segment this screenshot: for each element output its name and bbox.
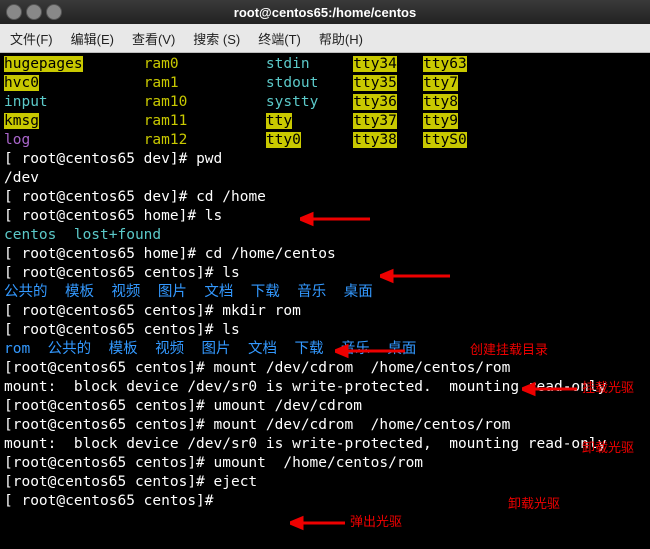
menu-view[interactable]: 查看(V) — [132, 29, 175, 48]
prompt: [ root@centos65 home]# — [4, 208, 205, 224]
dev-entry: ram11 — [144, 113, 188, 129]
dev-entry: input — [4, 94, 48, 110]
annotation-umount: 卸载光驱 — [508, 493, 560, 512]
dev-entry: tty — [266, 113, 292, 129]
cmd-ls: ls — [205, 208, 222, 224]
prompt: [ root@centos65 centos]# — [4, 265, 222, 281]
dev-entry: tty8 — [423, 94, 458, 110]
cmd-ls: ls — [222, 265, 239, 281]
prompt: [ root@centos65 centos]# — [4, 493, 222, 509]
menu-file[interactable]: 文件(F) — [10, 29, 53, 48]
cmd-umount: umount /dev/cdrom — [214, 398, 362, 414]
dev-entry: log — [4, 132, 30, 148]
cmd-mount: mount /dev/cdrom /home/centos/rom — [214, 417, 511, 433]
dev-entry: tty63 — [423, 56, 467, 72]
menu-edit[interactable]: 编辑(E) — [71, 29, 114, 48]
dev-entry: stdin — [266, 56, 310, 72]
dev-entry: ram0 — [144, 56, 179, 72]
window-titlebar: root@centos65:/home/centos — [0, 0, 650, 24]
arrow-icon — [380, 268, 450, 284]
dev-entry: ram10 — [144, 94, 188, 110]
dev-entry: systty — [266, 94, 318, 110]
prompt: [root@centos65 centos]# — [4, 398, 214, 414]
dev-entry: tty38 — [353, 132, 397, 148]
dev-entry: tty9 — [423, 113, 458, 129]
menu-bar: 文件(F) 编辑(E) 查看(V) 搜索 (S) 终端(T) 帮助(H) — [0, 24, 650, 53]
dev-entry: kmsg — [4, 113, 39, 129]
cmd-eject: eject — [214, 474, 258, 490]
cmd-mkdir-rom: mkdir rom — [222, 303, 301, 319]
menu-terminal[interactable]: 终端(T) — [258, 29, 301, 48]
terminal-output[interactable]: hugepages ram0 stdin tty34 tty63 hvc0 ra… — [0, 53, 650, 549]
prompt: [root@centos65 centos]# — [4, 474, 214, 490]
prompt: [ root@centos65 centos]# — [4, 322, 222, 338]
output-line: centos lost+found — [4, 227, 161, 243]
dev-entry: ram1 — [144, 75, 179, 91]
dev-entry: tty0 — [266, 132, 301, 148]
cmd-umount: umount /home/centos/rom — [214, 455, 424, 471]
annotation-umount: 卸载光驱 — [582, 437, 634, 456]
annotation-mount: 挂载光驱 — [582, 377, 634, 396]
dev-entry: hvc0 — [4, 75, 39, 91]
cmd-cd-home: cd /home — [196, 189, 266, 205]
output-line: mount: block device /dev/sr0 is write-pr… — [4, 436, 606, 452]
arrow-icon — [300, 211, 370, 227]
prompt: [ root@centos65 dev]# — [4, 189, 196, 205]
dev-entry: stdout — [266, 75, 318, 91]
dev-entry: tty35 — [353, 75, 397, 91]
prompt: [ root@centos65 dev]# — [4, 151, 196, 167]
cmd-cd-centos: cd /home/centos — [205, 246, 336, 262]
prompt: [ root@centos65 centos]# — [4, 303, 222, 319]
dev-entry: tty7 — [423, 75, 458, 91]
prompt: [ root@centos65 home]# — [4, 246, 205, 262]
ls-output: 公共的 模板 视频 图片 文档 下载 音乐 桌面 — [4, 284, 373, 300]
cmd-pwd: pwd — [196, 151, 222, 167]
dev-entry: ram12 — [144, 132, 188, 148]
dev-entry: hugepages — [4, 56, 83, 72]
menu-search[interactable]: 搜索 (S) — [193, 29, 240, 48]
output-line: mount: block device /dev/sr0 is write-pr… — [4, 379, 606, 395]
cmd-mount: mount /dev/cdrom /home/centos/rom — [214, 360, 511, 376]
menu-help[interactable]: 帮助(H) — [319, 29, 363, 48]
ls-rom: rom — [4, 341, 30, 357]
prompt: [root@centos65 centos]# — [4, 360, 214, 376]
dev-entry: ttyS0 — [423, 132, 467, 148]
dev-entry: tty36 — [353, 94, 397, 110]
arrow-icon — [290, 515, 345, 531]
window-title: root@centos65:/home/centos — [0, 5, 650, 20]
annotation-eject: 弹出光驱 — [350, 511, 402, 530]
cmd-ls: ls — [222, 322, 239, 338]
dev-entry: tty37 — [353, 113, 397, 129]
ls-output: 公共的 模板 视频 图片 文档 下载 音乐 桌面 — [48, 341, 417, 357]
annotation-mkdir: 创建挂载目录 — [470, 339, 548, 358]
output-line: /dev — [4, 170, 39, 186]
prompt: [root@centos65 centos]# — [4, 455, 214, 471]
dev-entry: tty34 — [353, 56, 397, 72]
prompt: [root@centos65 centos]# — [4, 417, 214, 433]
